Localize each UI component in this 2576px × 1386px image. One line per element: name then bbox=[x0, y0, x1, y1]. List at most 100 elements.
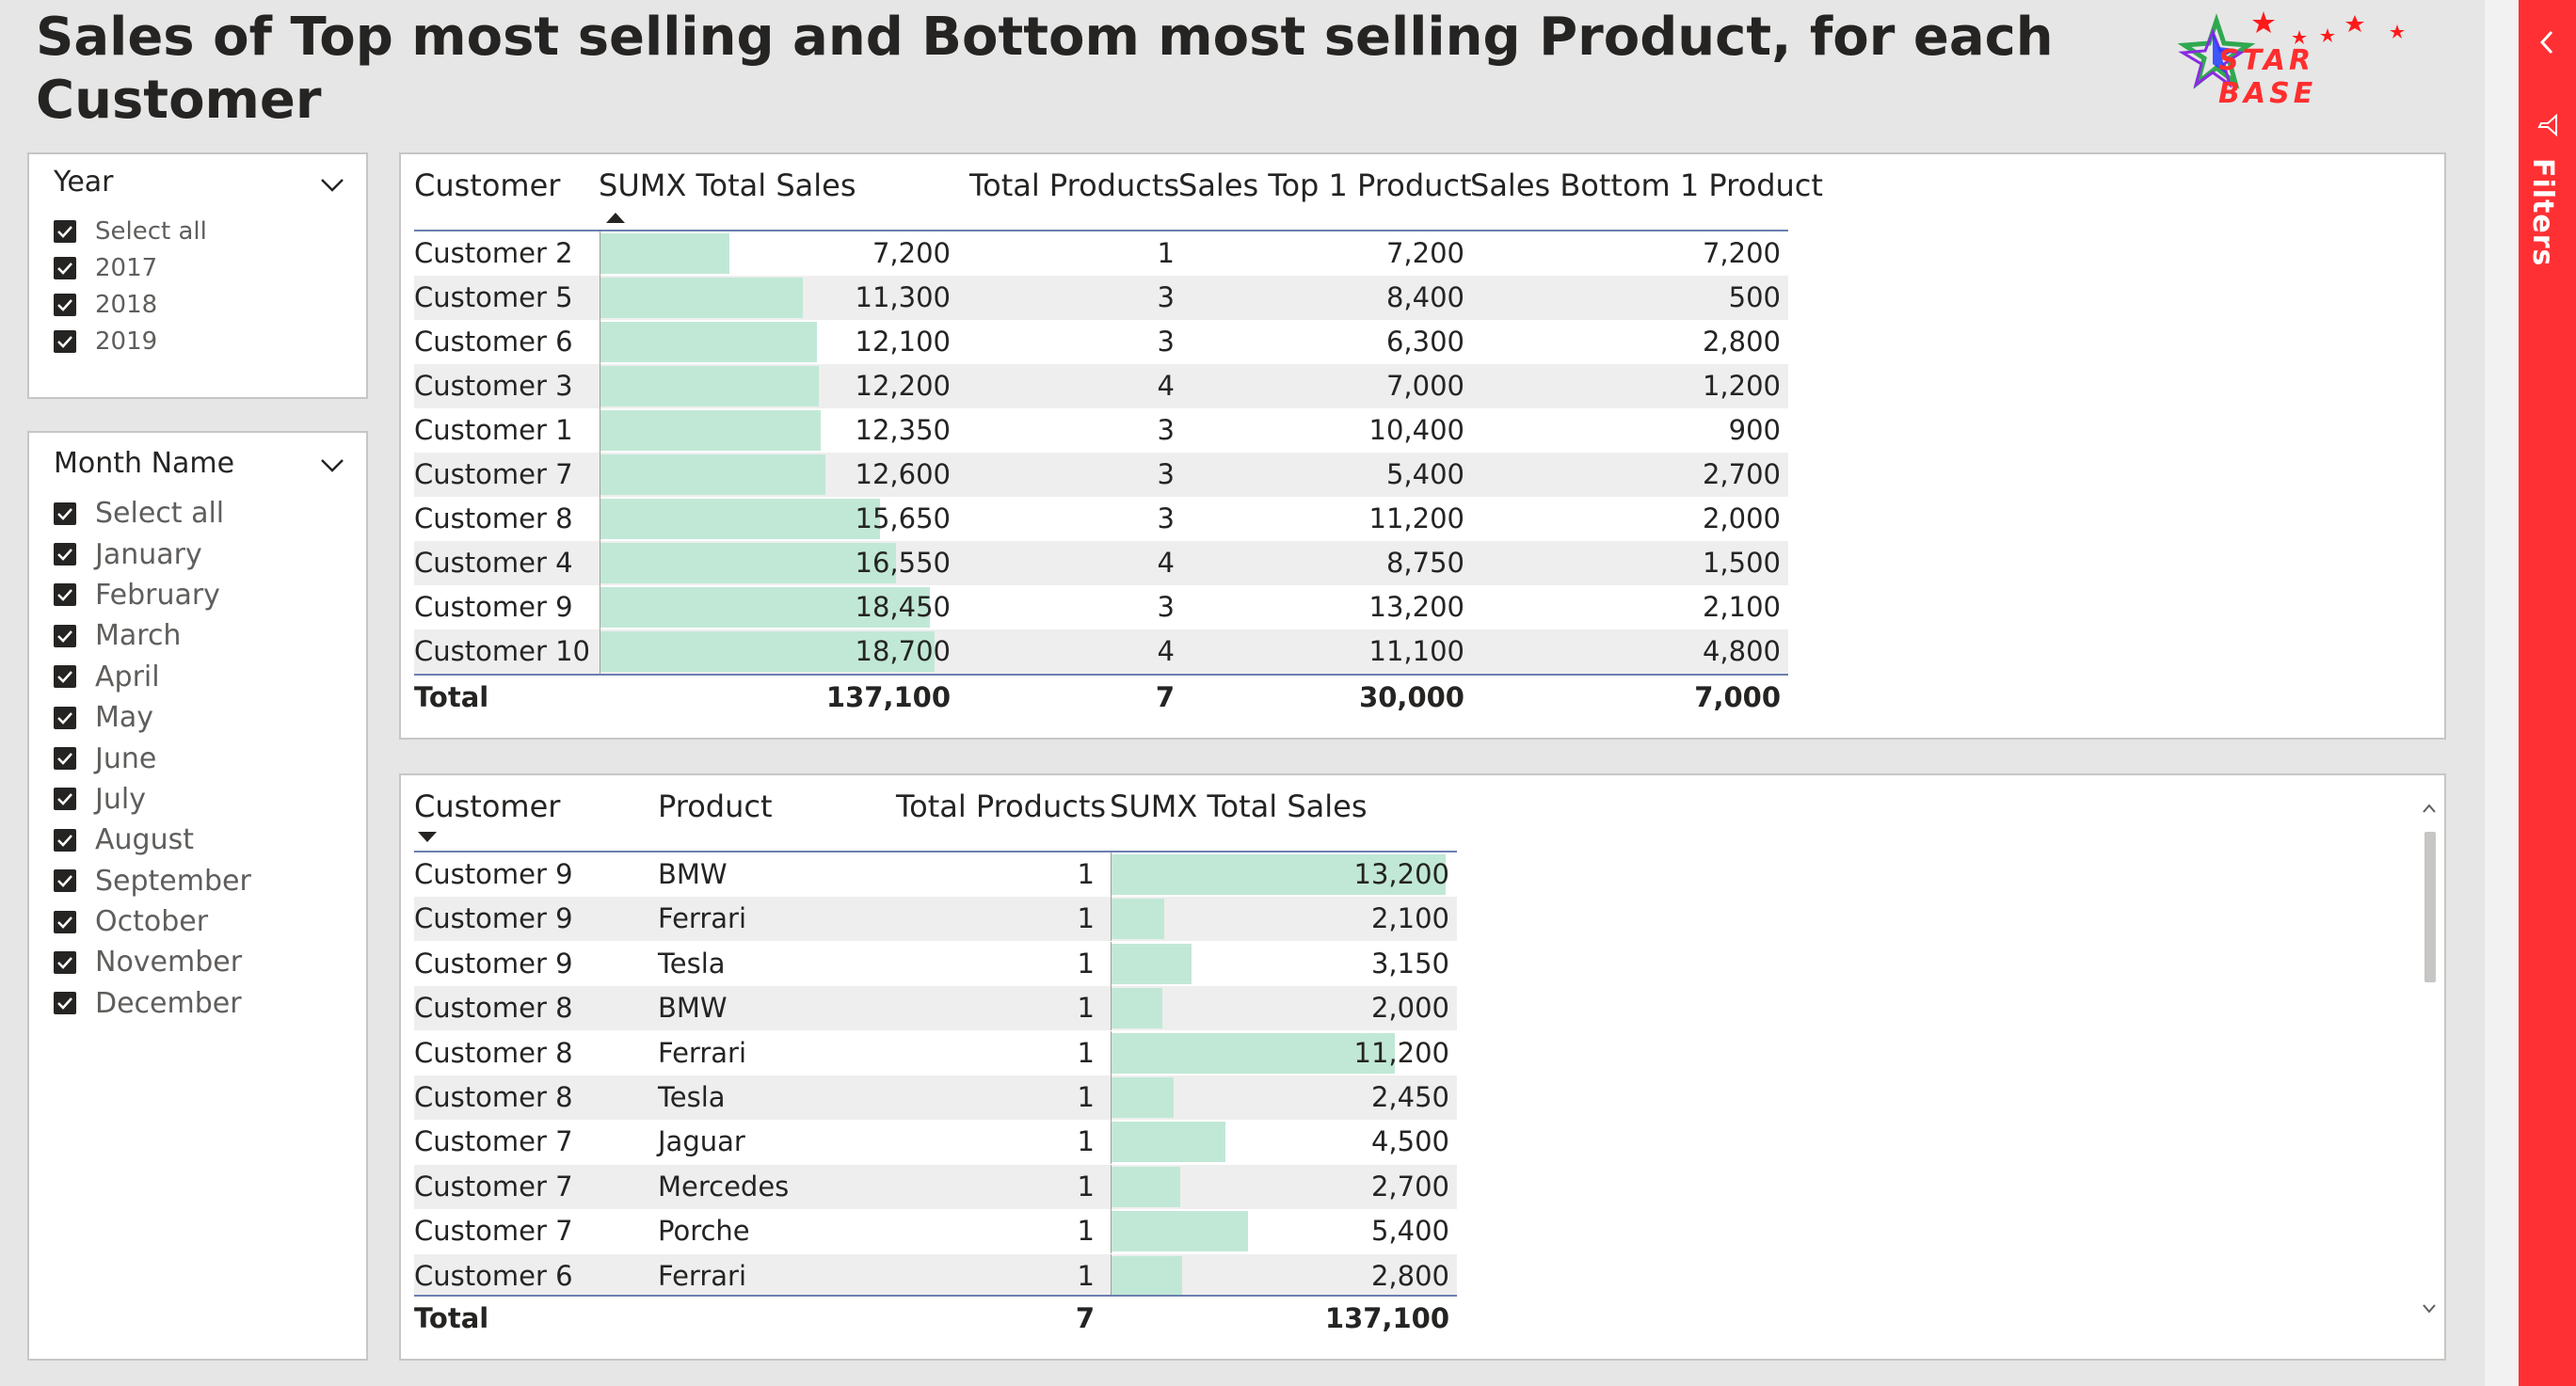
checkbox-checked-icon[interactable] bbox=[54, 788, 76, 811]
checkbox-checked-icon[interactable] bbox=[54, 256, 76, 279]
table-row[interactable]: Customer 10 18,700 4 11,100 4,800 bbox=[414, 629, 1788, 674]
slicer-item-2019[interactable]: 2019 bbox=[54, 323, 357, 359]
table-row[interactable]: Customer 9 Ferrari 1 2,100 bbox=[414, 897, 1457, 942]
table-cell-sumx: 2,800 bbox=[1370, 1259, 1449, 1292]
column-header[interactable]: Customer bbox=[414, 789, 640, 824]
table-cell-total-products: 1 bbox=[1077, 1125, 1095, 1158]
page-title: Sales of Top most selling and Bottom mos… bbox=[36, 7, 2054, 131]
table-cell-top1: 7,000 bbox=[1385, 370, 1464, 402]
table-grid: Customer Product Total Products SUMX Total … bbox=[414, 775, 1487, 1359]
slicer-item-month[interactable]: December bbox=[54, 983, 357, 1024]
slicer-item-month[interactable]: October bbox=[54, 901, 357, 942]
column-header[interactable]: Total Products bbox=[969, 167, 1179, 203]
table-row[interactable]: Customer 8 BMW 1 2,000 bbox=[414, 986, 1457, 1031]
table-row[interactable]: Customer 4 16,550 4 8,750 1,500 bbox=[414, 541, 1788, 585]
year-slicer-list: Select all 2017 2018 2019 bbox=[54, 213, 357, 359]
table-cell-total-products: 3 bbox=[1157, 414, 1175, 446]
slicer-item-label: February bbox=[95, 578, 220, 612]
total-cell-sumx: 137,100 bbox=[825, 681, 951, 713]
table-cell-sumx: 5,400 bbox=[1370, 1215, 1449, 1248]
column-header[interactable]: SUMX Total Sales bbox=[1110, 789, 1486, 824]
checkbox-checked-icon[interactable] bbox=[54, 583, 76, 607]
table-row[interactable]: Customer 3 12,200 4 7,000 1,200 bbox=[414, 364, 1788, 408]
column-header[interactable]: Total Products bbox=[896, 789, 1122, 824]
table-row[interactable]: Customer 9 BMW 1 13,200 bbox=[414, 852, 1457, 897]
chevron-down-icon[interactable] bbox=[319, 177, 345, 194]
table-cell-total-products: 3 bbox=[1157, 281, 1175, 313]
chevron-left-icon[interactable] bbox=[2537, 28, 2556, 56]
table-row[interactable]: Customer 8 Ferrari 1 11,200 bbox=[414, 1030, 1457, 1075]
sort-descending-icon[interactable] bbox=[418, 832, 437, 842]
scroll-down-icon[interactable] bbox=[2421, 1302, 2438, 1315]
checkbox-checked-icon[interactable] bbox=[54, 910, 76, 933]
slicer-item-month[interactable]: May bbox=[54, 697, 357, 738]
checkbox-checked-icon[interactable] bbox=[54, 950, 76, 974]
slicer-item-month[interactable]: February bbox=[54, 575, 357, 615]
table-row[interactable]: Customer 7 Porche 1 5,400 bbox=[414, 1209, 1457, 1254]
checkbox-checked-icon[interactable] bbox=[54, 706, 76, 729]
table-row[interactable]: Customer 7 12,600 3 5,400 2,700 bbox=[414, 453, 1788, 497]
checkbox-checked-icon[interactable] bbox=[54, 329, 76, 353]
table-cell-total-products: 4 bbox=[1157, 547, 1175, 579]
column-header[interactable]: Sales Bottom 1 Product bbox=[1470, 167, 1823, 203]
table-cell-top1: 8,750 bbox=[1385, 547, 1464, 579]
checkbox-checked-icon[interactable] bbox=[54, 624, 76, 647]
table-row[interactable]: Customer 2 7,200 1 7,200 7,200 bbox=[414, 231, 1788, 276]
slicer-item-month[interactable]: June bbox=[54, 738, 357, 778]
table-cell-bottom1: 2,100 bbox=[1702, 591, 1781, 623]
slicer-item-month[interactable]: July bbox=[54, 779, 357, 820]
table-row[interactable]: Customer 5 11,300 3 8,400 500 bbox=[414, 276, 1788, 320]
checkbox-checked-icon[interactable] bbox=[54, 293, 76, 316]
checkbox-checked-icon[interactable] bbox=[54, 828, 76, 852]
table-row[interactable]: Customer 9 18,450 3 13,200 2,100 bbox=[414, 585, 1788, 629]
slicer-item-month[interactable]: August bbox=[54, 820, 357, 860]
column-header[interactable]: Customer bbox=[414, 167, 602, 203]
column-header[interactable]: Sales Top 1 Product bbox=[1178, 167, 1472, 203]
checkbox-checked-icon[interactable] bbox=[54, 219, 76, 243]
sort-ascending-icon[interactable] bbox=[606, 213, 625, 223]
filters-pane-collapsed[interactable]: Filters bbox=[2519, 0, 2576, 1386]
table-cell-customer: Customer 6 bbox=[414, 326, 573, 358]
slicer-item-month[interactable]: March bbox=[54, 615, 357, 656]
scroll-up-icon[interactable] bbox=[2421, 802, 2438, 815]
table-cell-top1: 13,200 bbox=[1368, 591, 1464, 623]
table-cell-customer: Customer 8 bbox=[414, 1081, 573, 1113]
column-header[interactable]: SUMX Total Sales bbox=[599, 167, 947, 203]
slicer-item-month[interactable]: November bbox=[54, 942, 357, 982]
table-row[interactable]: Customer 1 12,350 3 10,400 900 bbox=[414, 408, 1788, 453]
slicer-item-select-all[interactable]: Select all bbox=[54, 213, 357, 249]
vertical-scrollbar[interactable] bbox=[2424, 832, 2436, 982]
slicer-item-month[interactable]: January bbox=[54, 534, 357, 574]
slicer-item-month[interactable]: April bbox=[54, 657, 357, 697]
table-row[interactable]: Customer 6 12,100 3 6,300 2,800 bbox=[414, 320, 1788, 364]
slicer-item-label: January bbox=[95, 537, 202, 571]
checkbox-checked-icon[interactable] bbox=[54, 665, 76, 689]
slicer-item-2017[interactable]: 2017 bbox=[54, 249, 357, 286]
column-header[interactable]: Product bbox=[658, 789, 884, 824]
table-cell-total-products: 3 bbox=[1157, 502, 1175, 534]
checkbox-checked-icon[interactable] bbox=[54, 992, 76, 1015]
checkbox-checked-icon[interactable] bbox=[54, 502, 76, 525]
checkbox-checked-icon[interactable] bbox=[54, 747, 76, 771]
table-row[interactable]: Customer 8 15,650 3 11,200 2,000 bbox=[414, 497, 1788, 541]
table-row[interactable]: Customer 6 Ferrari 1 2,800 bbox=[414, 1253, 1457, 1298]
slicer-item-label: September bbox=[95, 864, 251, 898]
customer-product-table: Customer Product Total Products SUMX Total … bbox=[399, 773, 2446, 1361]
total-cell-total-products: 7 bbox=[1075, 1302, 1095, 1334]
slicer-item-label: October bbox=[95, 905, 209, 939]
table-cell-customer: Customer 7 bbox=[414, 1125, 573, 1158]
table-row[interactable]: Customer 7 Mercedes 1 2,700 bbox=[414, 1164, 1457, 1209]
slicer-item-month[interactable]: Select all bbox=[54, 493, 357, 534]
checkbox-checked-icon[interactable] bbox=[54, 869, 76, 893]
checkbox-checked-icon[interactable] bbox=[54, 543, 76, 566]
chevron-down-icon[interactable] bbox=[319, 457, 345, 474]
slicer-item-2018[interactable]: 2018 bbox=[54, 286, 357, 323]
slicer-item-label: August bbox=[95, 823, 194, 857]
table-row[interactable]: Customer 8 Tesla 1 2,450 bbox=[414, 1075, 1457, 1120]
table-cell-sumx: 18,700 bbox=[855, 635, 951, 667]
table-cell-top1: 6,300 bbox=[1385, 326, 1464, 358]
table-cell-product: Mercedes bbox=[658, 1170, 790, 1203]
table-row[interactable]: Customer 7 Jaguar 1 4,500 bbox=[414, 1120, 1457, 1165]
slicer-item-month[interactable]: September bbox=[54, 861, 357, 901]
table-row[interactable]: Customer 9 Tesla 1 3,150 bbox=[414, 941, 1457, 986]
